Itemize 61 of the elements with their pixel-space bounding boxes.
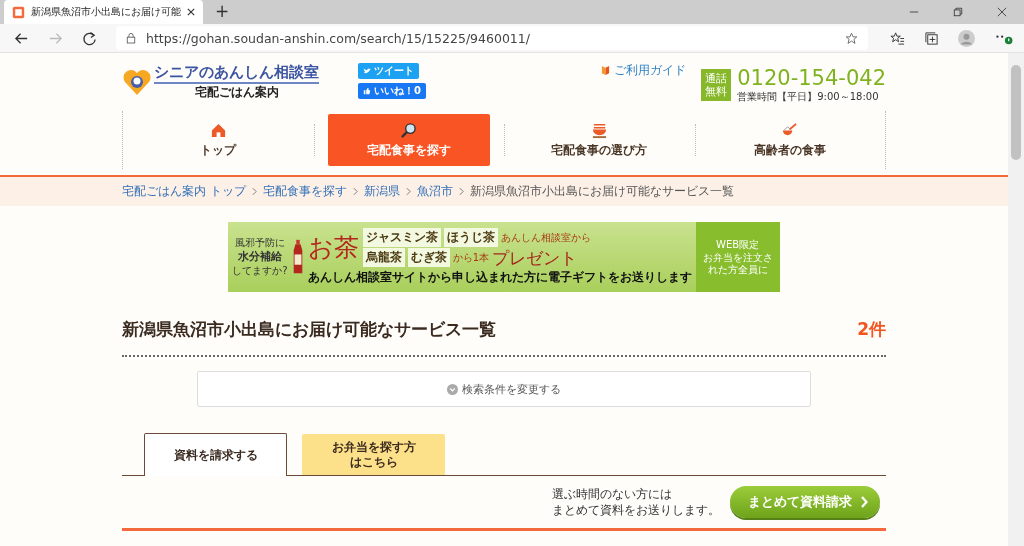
tea-tag: ジャスミン茶 <box>362 228 441 247</box>
browser-tab[interactable]: 新潟県魚沼市小出島にお届け可能 <box>4 0 203 24</box>
change-search-button[interactable]: 検索条件を変更する <box>197 371 811 407</box>
profile-avatar-icon[interactable] <box>958 29 975 47</box>
magnifier-icon <box>400 122 418 139</box>
business-hours: 営業時間【平日】9:00～18:00 <box>737 90 880 104</box>
close-icon[interactable] <box>187 8 195 16</box>
tab[interactable]: お弁当を探す方はこちら <box>302 434 445 475</box>
result-count: 2件 <box>857 318 886 341</box>
thumbs-up-icon <box>363 87 371 95</box>
breadcrumb-link[interactable]: 魚沼市 <box>416 184 453 199</box>
chevron-right-icon <box>352 187 358 196</box>
bird-icon <box>363 67 371 75</box>
address-bar[interactable]: https://gohan.soudan-anshin.com/search/15/15225/9460011/ <box>116 26 868 50</box>
favorites-icon[interactable] <box>890 30 905 46</box>
collections-icon[interactable] <box>924 30 939 46</box>
site-favicon-icon <box>12 5 25 19</box>
restore-icon[interactable] <box>953 7 963 17</box>
banner-text: あんしん相談室から <box>500 230 591 245</box>
page-title: 新潟県魚沼市小出島にお届け可能なサービス一覧 <box>122 318 496 341</box>
breadcrumb-link[interactable]: 宅配ごはん案内 トップ <box>122 184 246 199</box>
star-icon[interactable] <box>845 31 858 45</box>
tab-title: 新潟県魚沼市小出島にお届け可能 <box>31 5 181 19</box>
tab[interactable]: 資料を請求する <box>144 433 287 476</box>
heart-logo-icon <box>122 67 152 97</box>
banner-text: 風邪予防に <box>235 236 285 250</box>
banner-note: あんしん相談室サイトから申し込まれた方に電子ギフトをお送りします <box>307 269 692 286</box>
breadcrumb-link[interactable]: 宅配食事を探す <box>262 184 347 199</box>
tea-tag: むぎ茶 <box>407 248 450 267</box>
site-logo-title[interactable]: シニアのあんしん相談室 <box>154 63 319 84</box>
free-call-badge: 通話無料 <box>701 69 732 101</box>
close-icon[interactable] <box>997 7 1007 17</box>
guide-link[interactable]: ご利用ガイド <box>614 63 687 78</box>
scrollbar-thumb[interactable] <box>1011 65 1021 160</box>
tea-tag: 烏龍茶 <box>362 248 405 267</box>
banner-text: から1本 <box>452 250 490 265</box>
breadcrumb-current: 新潟県魚沼市小出島にお届け可能なサービス一覧 <box>469 184 734 199</box>
request-note: 選ぶ時間のない方には まとめて資料をお送りします。 <box>552 486 720 518</box>
lock-icon <box>126 32 136 44</box>
banner-headline: お茶 <box>307 232 359 264</box>
chevron-right-icon <box>458 187 464 196</box>
banner-text: WEB限定 <box>716 238 760 252</box>
chevron-right-icon <box>251 187 257 196</box>
banner-text: してますか? <box>232 264 288 278</box>
site-logo-subtitle: 宅配ごはん案内 <box>194 84 279 101</box>
house-icon <box>209 122 227 139</box>
like-button[interactable]: いいね！0 <box>358 83 426 99</box>
banner-headline: プレゼント <box>492 248 578 267</box>
chevron-right-icon <box>860 496 868 508</box>
reload-icon[interactable] <box>82 30 97 46</box>
nav-item[interactable]: 高齢者の食事 <box>708 114 871 166</box>
url-text: https://gohan.soudan-anshin.com/search/15/15225/9460011/ <box>146 30 531 46</box>
banner-text: お弁当を注文された方全員に <box>701 252 774 276</box>
banner-text: 水分補給 <box>238 250 282 264</box>
new-tab-button[interactable]: + <box>211 0 234 24</box>
bowl-icon <box>590 122 608 139</box>
book-icon <box>601 65 611 76</box>
tea-tag: ほうじ茶 <box>443 228 498 247</box>
breadcrumb-link[interactable]: 新潟県 <box>363 184 400 199</box>
chevron-down-icon <box>447 383 458 395</box>
chevron-right-icon <box>405 187 411 196</box>
